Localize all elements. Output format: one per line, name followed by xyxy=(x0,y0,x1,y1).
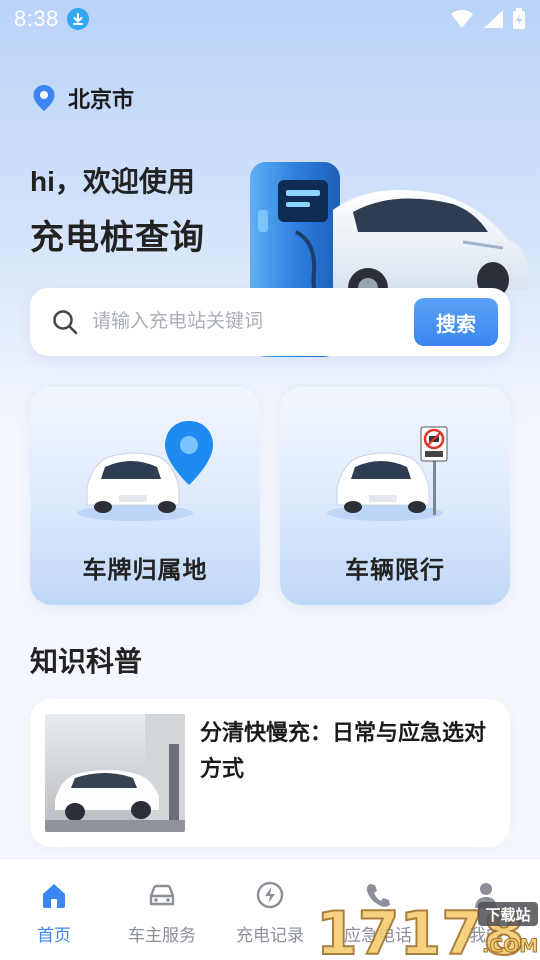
nav-label-charging-records: 充电记录 xyxy=(236,926,304,945)
car-icon xyxy=(146,879,178,911)
search-icon xyxy=(53,310,78,335)
download-icon xyxy=(66,8,89,30)
status-time: 8:38 xyxy=(14,6,59,31)
car-no-entry-sign-icon xyxy=(327,426,448,521)
watermark-suffix: .COM xyxy=(482,935,538,957)
article-title: 分清快慢充：日常与应急选对方式 xyxy=(200,720,487,781)
home-icon xyxy=(38,879,70,911)
watermark-badge: 下载站 xyxy=(485,906,530,924)
search-input[interactable] xyxy=(92,311,414,333)
nav-label-home: 首页 xyxy=(37,926,71,945)
location-pin-icon xyxy=(33,85,55,111)
nav-item-charging-records[interactable]: 充电记录 xyxy=(216,859,324,960)
status-bar: 8:38 xyxy=(0,0,540,38)
location-selector[interactable]: 北京市 xyxy=(32,82,134,114)
article-thumbnail xyxy=(45,714,185,832)
signal-icon xyxy=(484,10,503,28)
feature-label-traffic-restriction: 车辆限行 xyxy=(345,557,445,584)
bolt-icon xyxy=(254,879,286,911)
battery-icon xyxy=(513,8,525,29)
search-button[interactable]: 搜索 xyxy=(414,298,498,346)
city-label: 北京市 xyxy=(68,87,135,112)
feature-card-plate-origin[interactable]: 车牌归属地 xyxy=(30,387,260,605)
page-title: 充电桩查询 xyxy=(30,219,205,257)
wifi-icon xyxy=(451,9,473,28)
car-location-pin-icon xyxy=(77,421,213,521)
article-card[interactable]: 分清快慢充：日常与应急选对方式 xyxy=(30,699,510,847)
nav-label-owner-service: 车主服务 xyxy=(128,926,196,945)
nav-item-owner-service[interactable]: 车主服务 xyxy=(108,859,216,960)
search-bar: 搜索 xyxy=(30,288,510,356)
site-watermark: 17178 .COM 下载站 xyxy=(316,898,539,960)
section-title-knowledge: 知识科普 xyxy=(30,646,143,677)
feature-label-plate-origin: 车牌归属地 xyxy=(82,557,208,584)
feature-card-traffic-restriction[interactable]: 车辆限行 xyxy=(280,387,510,605)
nav-item-home[interactable]: 首页 xyxy=(0,859,108,960)
greeting-text: hi，欢迎使用 xyxy=(30,166,195,197)
